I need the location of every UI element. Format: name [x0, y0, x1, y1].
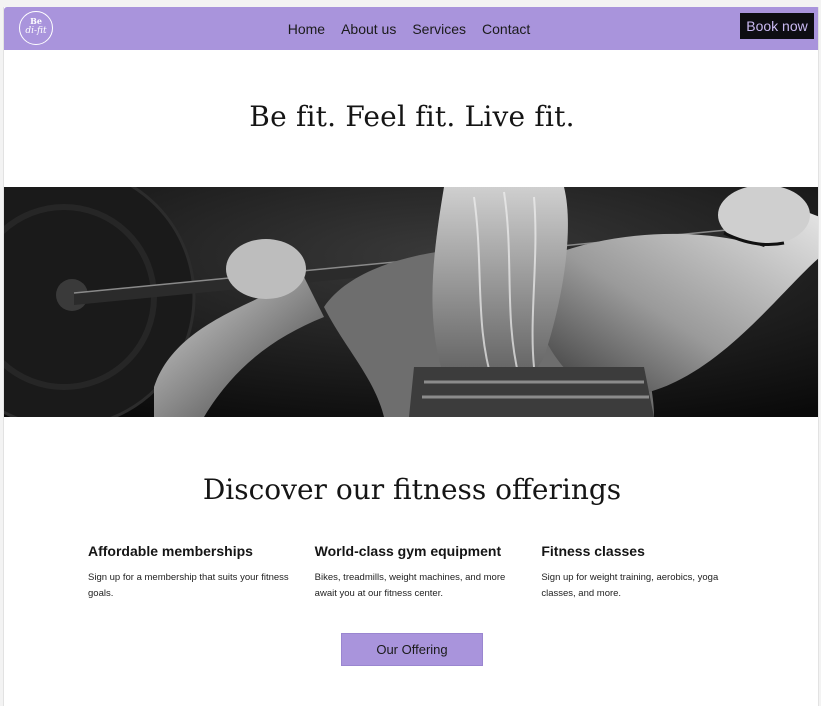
offering-item: Fitness classes Sign up for weight train… — [541, 543, 768, 602]
nav-link-about-us[interactable]: About us — [341, 21, 396, 37]
page: Be di-fit Home About us Services Contact… — [3, 7, 819, 706]
offering-title: Affordable memberships — [88, 543, 253, 559]
offering-description: Sign up for a membership that suits your… — [88, 572, 289, 599]
offering-title: Fitness classes — [541, 543, 645, 559]
nav-links: Home About us Services Contact — [4, 7, 818, 50]
nav-link-contact[interactable]: Contact — [482, 21, 530, 37]
hero-title: Be fit. Feel fit. Live fit. — [249, 100, 575, 133]
hero-image — [4, 187, 818, 417]
hero-photo-illustration — [4, 187, 818, 417]
our-offering-button[interactable]: Our Offering — [341, 633, 483, 666]
sports-top — [409, 367, 654, 417]
offering-item: Affordable memberships Sign up for a mem… — [88, 543, 315, 602]
nav-link-home[interactable]: Home — [288, 21, 325, 37]
offering-item: World-class gym equipment Bikes, treadmi… — [315, 543, 542, 602]
offerings-title: Discover our fitness offerings — [202, 473, 622, 506]
top-nav: Be di-fit Home About us Services Contact… — [4, 7, 818, 50]
book-now-button[interactable]: Book now — [740, 13, 814, 39]
left-hand — [226, 239, 306, 299]
offerings-list: Affordable memberships Sign up for a mem… — [88, 543, 768, 602]
offering-description: Sign up for weight training, aerobics, y… — [541, 572, 719, 599]
offering-description: Bikes, treadmills, weight machines, and … — [314, 572, 506, 599]
nav-link-services[interactable]: Services — [412, 21, 466, 37]
offering-title: World-class gym equipment — [314, 543, 502, 559]
